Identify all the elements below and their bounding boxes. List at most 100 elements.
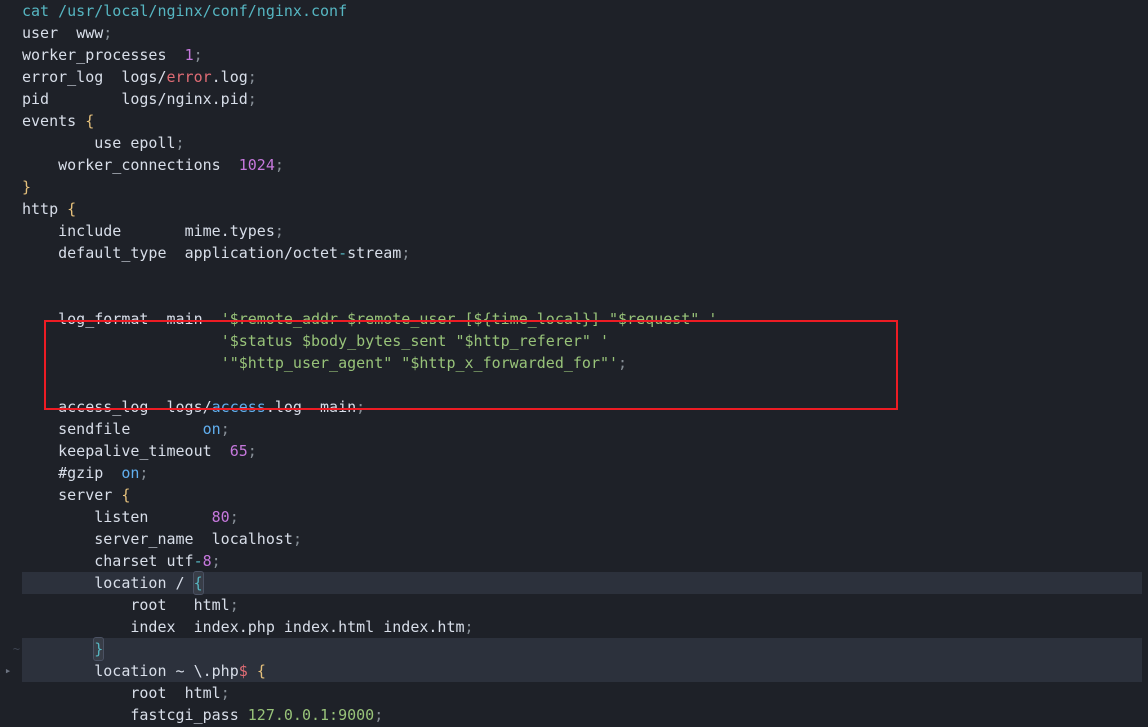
- token: error_log: [22, 68, 103, 86]
- token: [130, 420, 202, 438]
- token: access_log: [58, 398, 148, 416]
- token: worker_connections: [58, 156, 221, 174]
- token: $: [239, 662, 248, 680]
- code-line[interactable]: access_log logs/access.log main;: [22, 396, 1142, 418]
- token: [22, 662, 94, 680]
- token: /: [176, 574, 185, 592]
- token: root: [130, 684, 166, 702]
- token: [49, 90, 121, 108]
- code-editor[interactable]: cat /usr/local/nginx/conf/nginx.conf use…: [16, 0, 1148, 726]
- token: 8: [203, 552, 212, 570]
- code-line[interactable]: [22, 286, 1142, 308]
- token: -: [194, 552, 203, 570]
- code-line[interactable]: default_type application/octet-stream;: [22, 242, 1142, 264]
- code-line[interactable]: sendfile on;: [22, 418, 1142, 440]
- code-line[interactable]: fastcgi_pass 127.0.0.1:9000;: [22, 704, 1142, 726]
- token: html: [194, 596, 230, 614]
- code-line[interactable]: include mime.types;: [22, 220, 1142, 242]
- token: [22, 640, 94, 658]
- token: [76, 112, 85, 130]
- brace-match: }: [94, 638, 103, 660]
- code-line[interactable]: [22, 374, 1142, 396]
- token: on: [121, 464, 139, 482]
- token: [22, 442, 58, 460]
- brace: {: [121, 486, 130, 504]
- token: location: [94, 574, 166, 592]
- token: [302, 398, 320, 416]
- token: localhost: [212, 530, 293, 548]
- code-line[interactable]: charset utf-8;: [22, 550, 1142, 572]
- gutter-marker: ~: [6, 638, 20, 660]
- semicolon: ;: [248, 442, 257, 460]
- token: [22, 332, 221, 350]
- code-line[interactable]: }: [22, 176, 1142, 198]
- token: .log: [266, 398, 302, 416]
- token: 1: [185, 46, 194, 64]
- code-line[interactable]: error_log logs/error.log;: [22, 66, 1142, 88]
- token: [203, 310, 221, 328]
- code-line[interactable]: location ~ \.php$ {: [22, 660, 1142, 682]
- token: access: [212, 398, 266, 416]
- code-line[interactable]: location / {: [22, 572, 1142, 594]
- code-line[interactable]: #gzip on;: [22, 462, 1142, 484]
- code-line[interactable]: server_name localhost;: [22, 528, 1142, 550]
- brace: }: [22, 178, 31, 196]
- code-line[interactable]: pid logs/nginx.pid;: [22, 88, 1142, 110]
- token: http: [22, 200, 58, 218]
- token: utf: [167, 552, 194, 570]
- token: keepalive_timeout: [58, 442, 212, 460]
- code-line[interactable]: use epoll;: [22, 132, 1142, 154]
- code-line[interactable]: server {: [22, 484, 1142, 506]
- token: '$status $body_bytes_sent "$http_referer…: [221, 332, 609, 350]
- code-line[interactable]: listen 80;: [22, 506, 1142, 528]
- fold-mark: ▸: [2, 660, 14, 682]
- token: '"$http_user_agent" "$http_x_forwarded_f…: [221, 354, 618, 372]
- semicolon: ;: [465, 618, 474, 636]
- code-line[interactable]: '$status $body_bytes_sent "$http_referer…: [22, 330, 1142, 352]
- token: epoll: [130, 134, 175, 152]
- token: listen: [94, 508, 148, 526]
- code-line[interactable]: root html;: [22, 682, 1142, 704]
- code-line[interactable]: http {: [22, 198, 1142, 220]
- code-line[interactable]: root html;: [22, 594, 1142, 616]
- token: [167, 574, 176, 592]
- code-line[interactable]: worker_connections 1024;: [22, 154, 1142, 176]
- token: [22, 310, 58, 328]
- token: [148, 508, 211, 526]
- brace: {: [67, 200, 76, 218]
- code-line[interactable]: worker_processes 1;: [22, 44, 1142, 66]
- token: [22, 596, 130, 614]
- brace-match: {: [194, 572, 203, 594]
- code-line[interactable]: [22, 264, 1142, 286]
- token: -: [338, 244, 347, 262]
- semicolon: ;: [139, 464, 148, 482]
- token: events: [22, 112, 76, 130]
- token: .log: [212, 68, 248, 86]
- code-line[interactable]: '"$http_user_agent" "$http_x_forwarded_f…: [22, 352, 1142, 374]
- semicolon: ;: [374, 706, 383, 724]
- token: [248, 662, 257, 680]
- token: on: [203, 420, 221, 438]
- token: [103, 68, 121, 86]
- token: location ~ \.php: [94, 662, 239, 680]
- token: html: [185, 684, 221, 702]
- token: [167, 46, 185, 64]
- token: [167, 244, 185, 262]
- semicolon: ;: [212, 552, 221, 570]
- code-line[interactable]: user www;: [22, 22, 1142, 44]
- token: pid: [22, 90, 49, 108]
- code-line[interactable]: ~ }: [22, 638, 1142, 660]
- token: [22, 464, 58, 482]
- code-line[interactable]: events {: [22, 110, 1142, 132]
- code-line[interactable]: keepalive_timeout 65;: [22, 440, 1142, 462]
- code-line[interactable]: log_format main '$remote_addr $remote_us…: [22, 308, 1142, 330]
- token: [22, 530, 94, 548]
- code-line[interactable]: cat /usr/local/nginx/conf/nginx.conf: [22, 0, 1142, 22]
- token: /usr/local/nginx/conf/nginx.conf: [58, 2, 347, 20]
- semicolon: ;: [221, 420, 230, 438]
- token: log_format: [58, 310, 148, 328]
- token: logs/: [121, 68, 166, 86]
- code-line[interactable]: index index.php index.html index.htm;: [22, 616, 1142, 638]
- token: [22, 156, 58, 174]
- token: [22, 398, 58, 416]
